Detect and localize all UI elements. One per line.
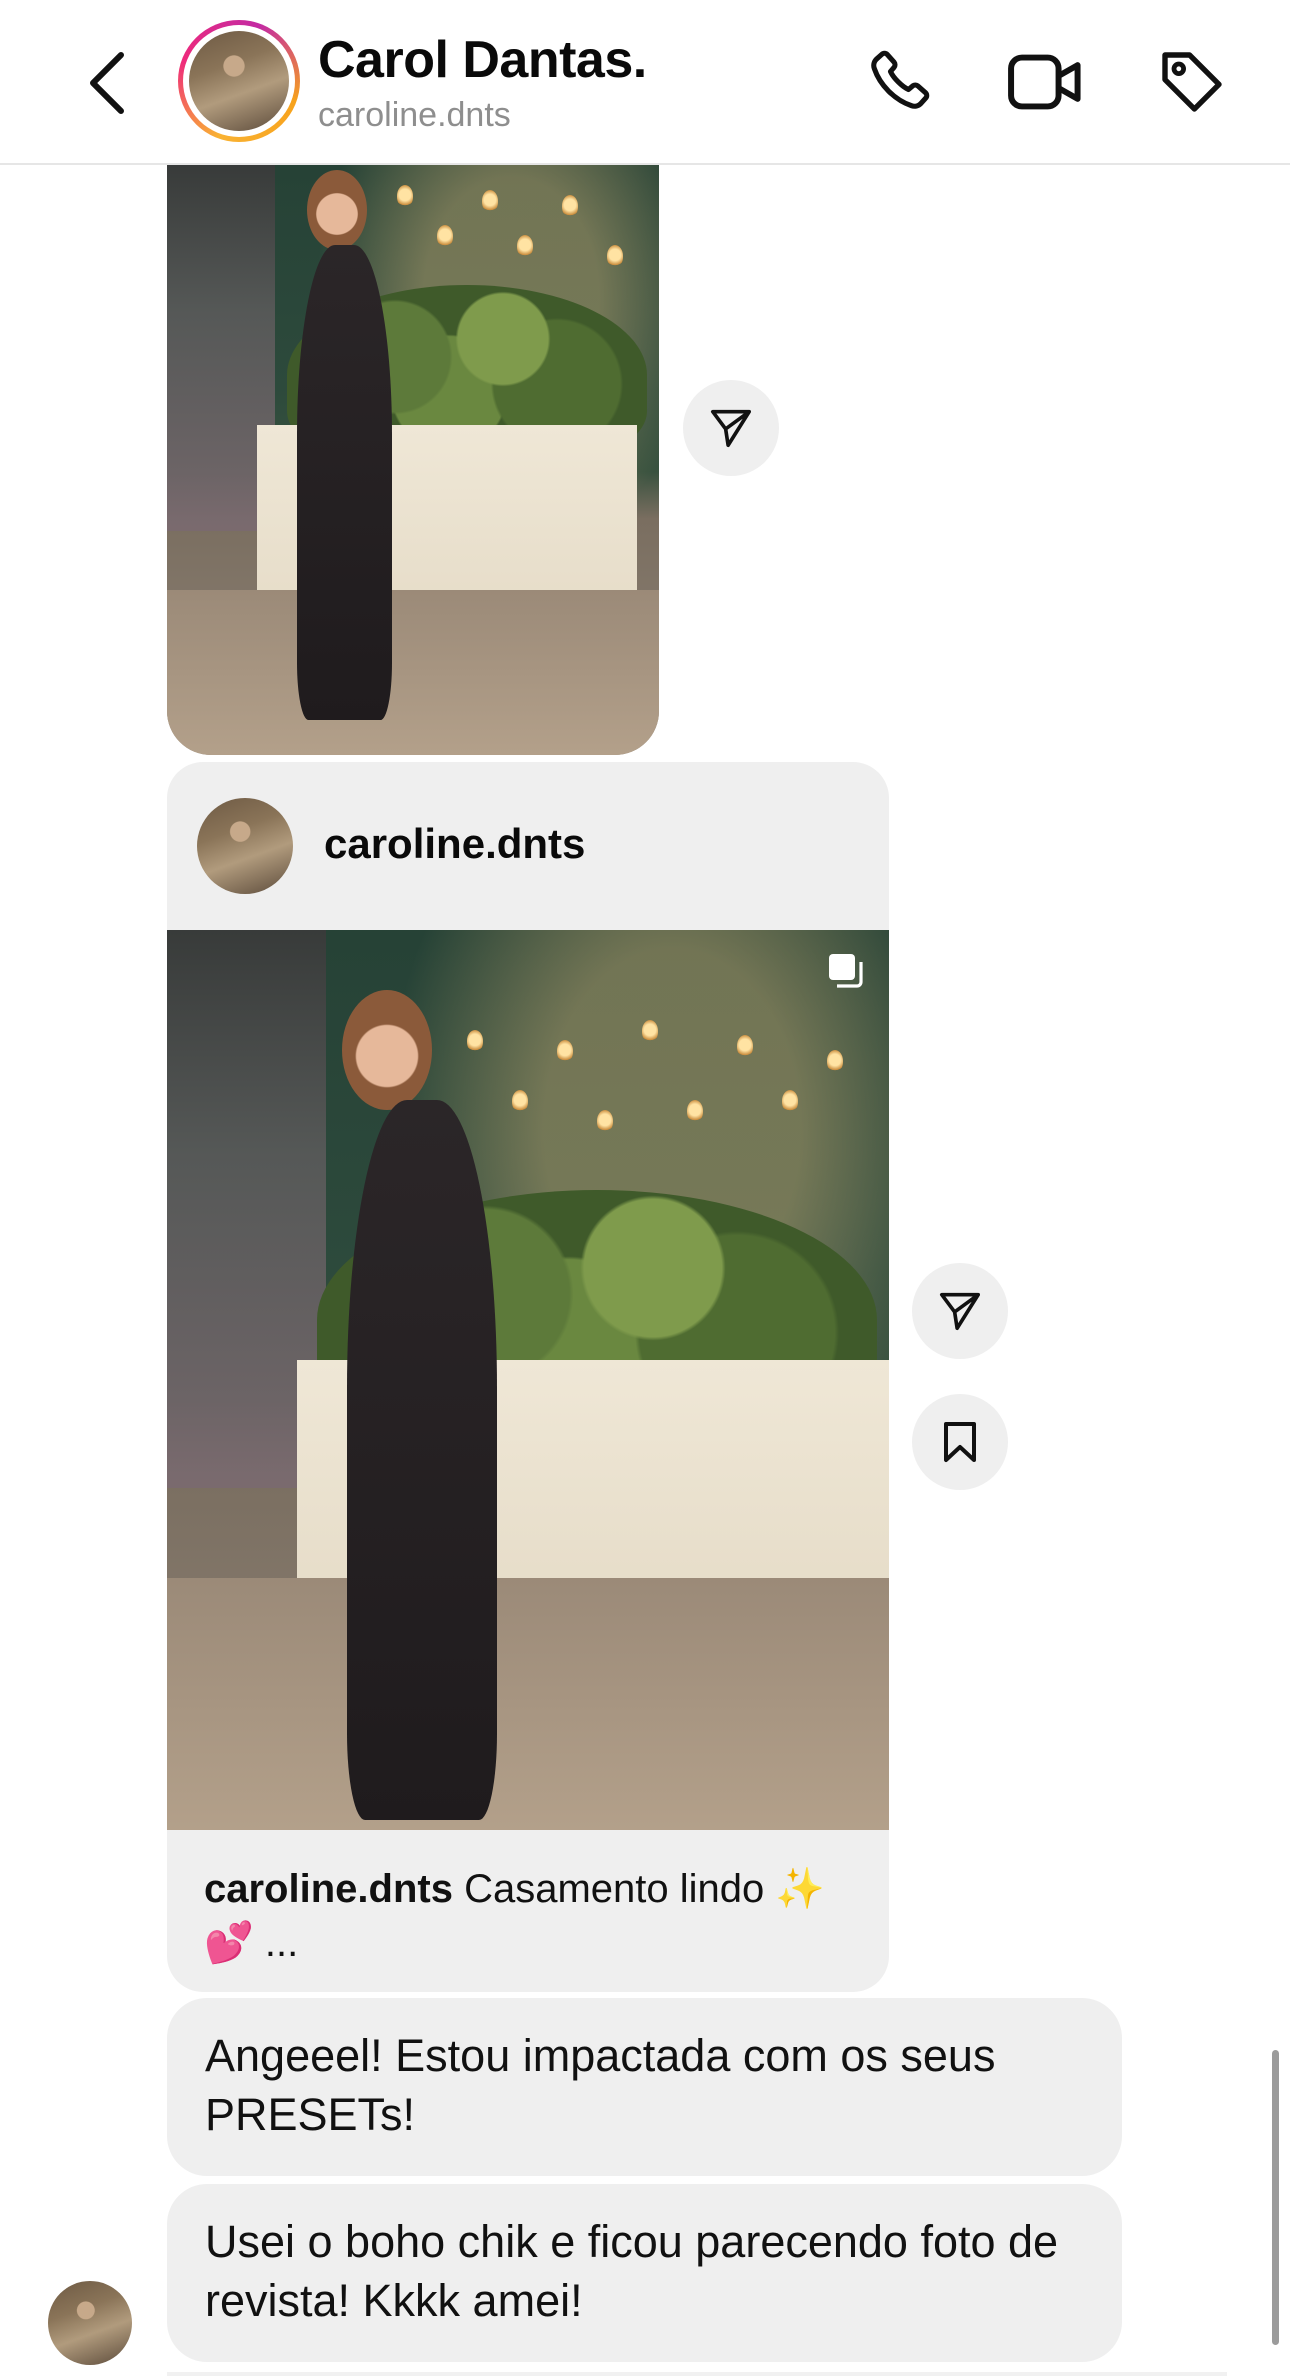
video-call-button[interactable] [1003, 40, 1087, 124]
shared-post-card[interactable]: caroline.dnts caroline.dnts Casamento li… [167, 762, 889, 1992]
profile-avatar[interactable] [178, 20, 300, 142]
sender-avatar[interactable] [48, 2281, 132, 2365]
divider [167, 2372, 1227, 2376]
bookmark-icon [944, 1422, 976, 1462]
post-author-avatar[interactable] [197, 798, 293, 894]
video-icon [1008, 54, 1081, 110]
avatar-image [189, 31, 289, 131]
contact-username[interactable]: caroline.dnts [318, 96, 511, 135]
post-caption: caroline.dnts Casamento lindo ✨💕 ... [204, 1862, 854, 1970]
phone-icon [871, 50, 930, 109]
voice-call-button[interactable] [856, 40, 940, 124]
chat-header: Carol Dantas. caroline.dnts [0, 0, 1290, 165]
message-bubble[interactable]: Usei o boho chik e ficou parecendo foto … [167, 2184, 1122, 2362]
post-header[interactable]: caroline.dnts [167, 762, 889, 930]
back-icon [90, 52, 124, 114]
tag-icon [1162, 52, 1222, 112]
share-button[interactable] [683, 380, 779, 476]
message-text: Usei o boho chik e ficou parecendo foto … [205, 2216, 1059, 2326]
contact-name[interactable]: Carol Dantas. [318, 30, 647, 90]
caption-username[interactable]: caroline.dnts [204, 1867, 453, 1911]
send-icon [710, 409, 752, 448]
message-bubble[interactable]: Angeeel! Estou impactada com os seus PRE… [167, 1998, 1122, 2176]
save-post-button[interactable] [912, 1394, 1008, 1490]
share-post-button[interactable] [912, 1263, 1008, 1359]
post-author-username[interactable]: caroline.dnts [324, 820, 585, 868]
tag-button[interactable] [1150, 40, 1234, 124]
message-text: Angeeel! Estou impactada com os seus PRE… [205, 2030, 996, 2140]
photo-message[interactable] [167, 165, 659, 755]
multiple-images-icon [827, 952, 867, 992]
back-button[interactable] [82, 48, 132, 118]
post-image[interactable] [167, 930, 889, 1830]
scrollbar[interactable] [1272, 2050, 1279, 2345]
send-icon [939, 1292, 981, 1331]
